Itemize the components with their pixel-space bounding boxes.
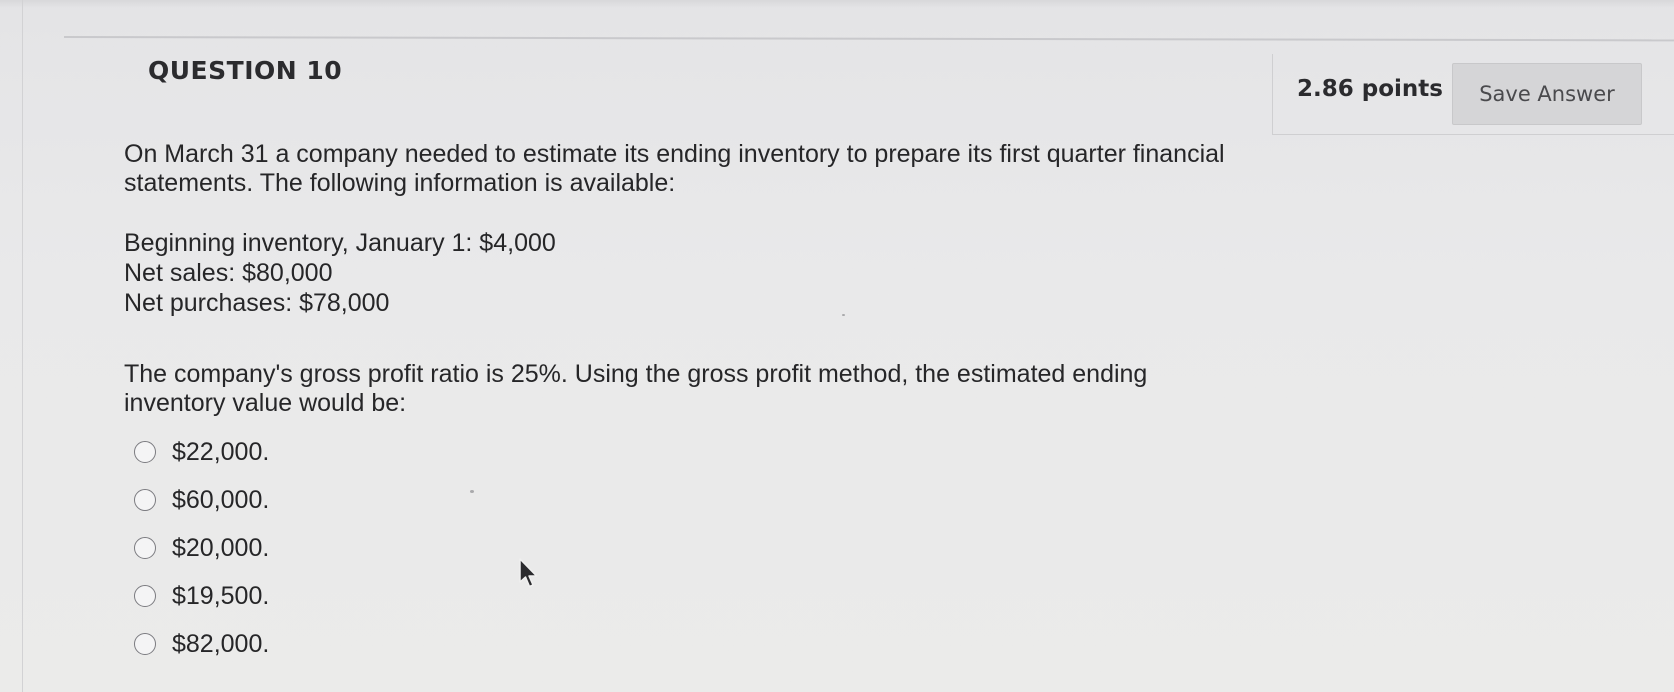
fact-beginning-inventory: Beginning inventory, January 1: $4,000 bbox=[124, 229, 556, 257]
answer-option-label[interactable]: $82,000. bbox=[172, 630, 269, 659]
answer-option[interactable]: $19,500. bbox=[134, 572, 269, 620]
answer-option[interactable]: $82,000. bbox=[134, 620, 269, 668]
answer-option[interactable]: $20,000. bbox=[134, 524, 269, 572]
save-answer-button[interactable]: Save Answer bbox=[1452, 63, 1642, 125]
answer-option-label[interactable]: $19,500. bbox=[172, 582, 269, 611]
answer-option-label[interactable]: $20,000. bbox=[172, 534, 269, 563]
question-intro-line: statements. The following information is… bbox=[124, 169, 676, 197]
answer-option[interactable]: $22,000. bbox=[134, 428, 269, 476]
question-intro: On March 31 a company needed to estimate… bbox=[124, 140, 1304, 198]
answer-option-label[interactable]: $60,000. bbox=[172, 486, 269, 515]
mouse-pointer-icon bbox=[519, 558, 538, 588]
answer-option-label[interactable]: $22,000. bbox=[172, 438, 269, 467]
screen-speck bbox=[470, 490, 474, 493]
question-title: QUESTION 10 bbox=[148, 56, 343, 85]
question-intro-line: On March 31 a company needed to estimate… bbox=[124, 140, 1225, 168]
question-prompt-line: inventory value would be: bbox=[124, 389, 407, 417]
answer-options: $22,000. $60,000. $20,000. $19,500. $82,… bbox=[134, 428, 269, 668]
radio-button[interactable] bbox=[134, 585, 156, 607]
question-prompt-line: The company's gross profit ratio is 25%.… bbox=[124, 360, 1148, 388]
points-value: 2.86 points bbox=[1297, 76, 1443, 102]
fact-net-purchases: Net purchases: $78,000 bbox=[124, 289, 390, 317]
fact-net-sales: Net sales: $80,000 bbox=[124, 259, 333, 287]
screen-speck bbox=[842, 314, 845, 316]
radio-button[interactable] bbox=[134, 441, 156, 463]
radio-button[interactable] bbox=[134, 537, 156, 559]
question-facts: Beginning inventory, January 1: $4,000 N… bbox=[124, 228, 724, 318]
question-prompt: The company's gross profit ratio is 25%.… bbox=[124, 360, 1244, 418]
answer-option[interactable]: $60,000. bbox=[134, 476, 269, 524]
radio-button[interactable] bbox=[134, 489, 156, 511]
radio-button[interactable] bbox=[134, 633, 156, 655]
